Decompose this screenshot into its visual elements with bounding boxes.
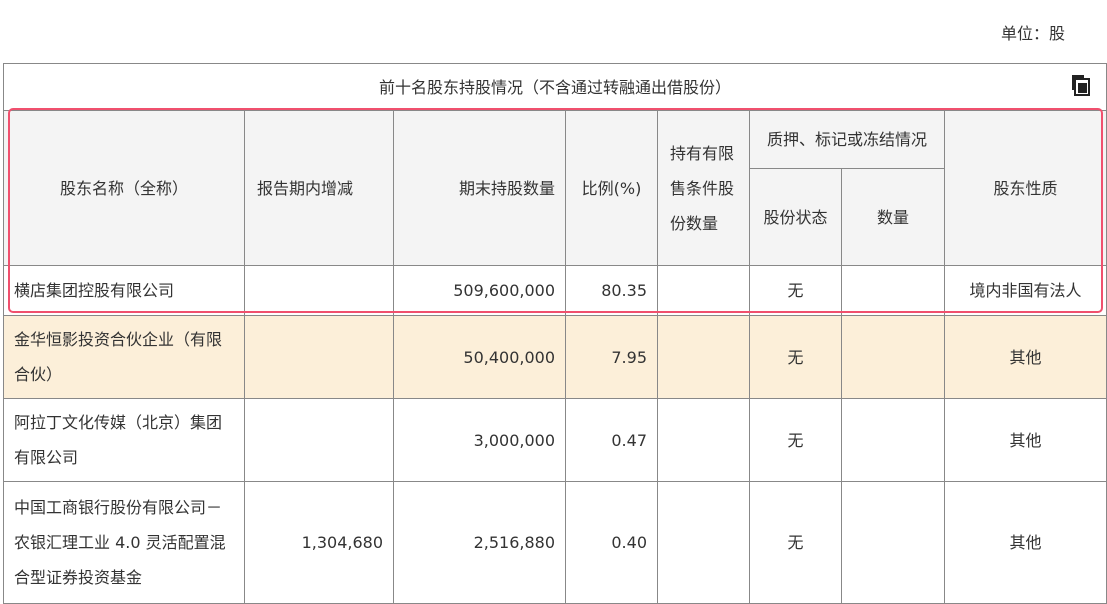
header-end-holdings: 期末持股数量 <box>393 110 566 266</box>
shareholder-table-container: 前十名股东持股情况（不含通过转融通出借股份） 股东名称（全称） 报告期内增减 期… <box>2 63 1107 604</box>
table-row: 金华恒影投资合伙企业（有限合伙） 50,400,000 7.95 无 其他 <box>3 315 1107 399</box>
table-row: 中国工商银行股份有限公司－农银汇理工业 4.0 灵活配置混合型证券投资基金 1,… <box>3 481 1107 604</box>
cell-change <box>244 315 394 399</box>
cell-restricted <box>657 315 750 399</box>
cell-qty <box>841 481 945 604</box>
cell-end-holdings: 50,400,000 <box>393 315 566 399</box>
cell-name: 横店集团控股有限公司 <box>3 265 245 316</box>
cell-end-holdings: 3,000,000 <box>393 398 566 482</box>
cell-qty <box>841 398 945 482</box>
cell-ratio: 80.35 <box>565 265 658 316</box>
cell-qty <box>841 265 945 316</box>
cell-ratio: 0.47 <box>565 398 658 482</box>
header-ratio: 比例(%) <box>565 110 658 266</box>
cell-change <box>244 265 394 316</box>
table-caption: 前十名股东持股情况（不含通过转融通出借股份） <box>2 63 1107 111</box>
header-change: 报告期内增减 <box>244 110 394 266</box>
cell-ratio: 7.95 <box>565 315 658 399</box>
cell-ratio: 0.40 <box>565 481 658 604</box>
cell-end-holdings: 2,516,880 <box>393 481 566 604</box>
header-pledge-status: 股份状态 <box>749 168 842 266</box>
cell-status: 无 <box>749 265 842 316</box>
caption-text: 前十名股东持股情况（不含通过转融通出借股份） <box>379 77 732 97</box>
cell-nature: 其他 <box>943 398 1107 482</box>
cell-nature: 境内非国有法人 <box>943 265 1107 316</box>
cell-name: 金华恒影投资合伙企业（有限合伙） <box>3 315 245 399</box>
cell-name: 阿拉丁文化传媒（北京）集团有限公司 <box>3 398 245 482</box>
cell-qty <box>841 315 945 399</box>
cell-end-holdings: 509,600,000 <box>393 265 566 316</box>
cell-status: 无 <box>749 398 842 482</box>
cell-nature: 其他 <box>943 481 1107 604</box>
header-name: 股东名称（全称） <box>3 110 245 266</box>
cell-nature: 其他 <box>943 315 1107 399</box>
header-pledge-qty: 数量 <box>841 168 945 266</box>
header-restricted: 持有有限售条件股份数量 <box>657 110 750 266</box>
cell-change <box>244 398 394 482</box>
cell-change: 1,304,680 <box>244 481 394 604</box>
copy-icon[interactable] <box>1070 73 1092 97</box>
cell-restricted <box>657 481 750 604</box>
table-row: 横店集团控股有限公司 509,600,000 80.35 无 境内非国有法人 <box>3 265 1107 316</box>
cell-name: 中国工商银行股份有限公司－农银汇理工业 4.0 灵活配置混合型证券投资基金 <box>3 481 245 604</box>
cell-restricted <box>657 265 750 316</box>
cell-status: 无 <box>749 481 842 604</box>
header-pledge-group: 质押、标记或冻结情况 <box>749 110 945 169</box>
top-ten-shareholders-table: 前十名股东持股情况（不含通过转融通出借股份） 股东名称（全称） 报告期内增减 期… <box>2 63 1107 604</box>
cell-status: 无 <box>749 315 842 399</box>
cell-restricted <box>657 398 750 482</box>
header-nature: 股东性质 <box>943 110 1107 266</box>
unit-label: 单位：股 <box>1001 24 1066 43</box>
table-row: 阿拉丁文化传媒（北京）集团有限公司 3,000,000 0.47 无 其他 <box>3 398 1107 482</box>
